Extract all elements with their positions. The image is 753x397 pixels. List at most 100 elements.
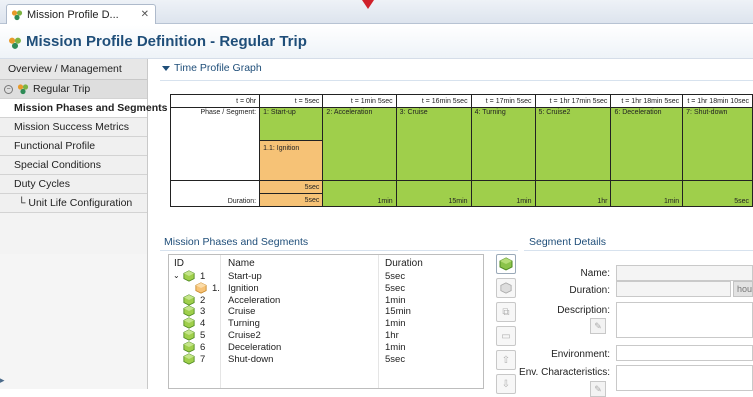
description-field[interactable]: [616, 302, 753, 338]
row-duration: 1min: [385, 294, 406, 306]
duration-cell: 5sec: [682, 180, 753, 207]
row-duration: 5sec: [385, 353, 406, 365]
duration-cell: 1min: [322, 180, 397, 207]
mission-profile-icon: [17, 83, 29, 95]
time-profile-table: t = 0hr t = 5sec t = 1min 5sec t = 16min…: [169, 94, 753, 207]
mission-profile-icon: [11, 9, 23, 21]
row-name: Cruise2: [228, 330, 261, 341]
page-heading: Mission Profile Definition - Regular Tri…: [0, 25, 753, 59]
column-header-duration[interactable]: Duration: [385, 258, 423, 269]
row-duration: 5sec: [385, 282, 406, 294]
collapse-icon[interactable]: −: [4, 84, 13, 94]
editor-tab-strip: Mission Profile D... ✕: [0, 0, 753, 24]
expand-chevron-icon[interactable]: ⌄: [173, 271, 180, 280]
phase-cube-icon: [183, 352, 195, 368]
page-title: Mission Profile Definition - Regular Tri…: [26, 33, 307, 50]
add-segment-button[interactable]: [496, 278, 516, 298]
row-name: Cruise: [228, 306, 256, 318]
column-header-id[interactable]: ID: [174, 258, 184, 269]
time-profile-header[interactable]: Time Profile Graph: [162, 62, 262, 74]
segment-cell[interactable]: 1.1: Ignition: [259, 140, 324, 181]
segment-duration-row: Duration: 5sec 1min 15min 1min 1hr 1min …: [169, 180, 753, 207]
mission-phases-title: Mission Phases and Segments: [164, 236, 309, 248]
phase-cell[interactable]: 4: Turning: [470, 107, 536, 181]
segment-details-title: Segment Details: [529, 236, 607, 248]
time-label: t = 17min 5sec: [470, 94, 536, 108]
row-id: 2: [200, 294, 206, 306]
column-header-name[interactable]: Name: [228, 258, 255, 269]
row-id: 3: [200, 306, 206, 318]
row-name: Deceleration: [228, 341, 282, 353]
name-field[interactable]: [616, 265, 753, 281]
row-id: 6: [200, 341, 206, 353]
editor-tab-label: Mission Profile D...: [27, 8, 119, 21]
env-characteristics-label: Env. Characteristics:: [519, 367, 610, 378]
add-phase-icon: [499, 257, 513, 271]
phase-row[interactable]: 3 Cruise 15min: [169, 305, 483, 318]
duration-label: Duration:: [169, 180, 261, 207]
sidebar-item-overview[interactable]: Overview / Management: [0, 59, 147, 80]
env-characteristics-field[interactable]: [616, 365, 753, 391]
phase-cell[interactable]: 6: Deceleration: [610, 107, 684, 181]
copy-button[interactable]: ⧉: [496, 302, 516, 322]
duration-cell: 1min: [470, 180, 536, 207]
phase-cell[interactable]: 2: Acceleration: [322, 107, 397, 181]
edit-icon: ✎: [594, 320, 602, 331]
duration-unit-select[interactable]: hou: [733, 281, 753, 297]
delete-button[interactable]: ▭: [496, 326, 516, 346]
phase-row[interactable]: 2 Acceleration 1min: [169, 293, 483, 306]
duration-cell: 5sec: [259, 193, 324, 207]
row-name: Start-up: [228, 271, 262, 282]
move-up-button[interactable]: ⇧: [496, 350, 516, 370]
time-label: t = 1hr 18min 5sec: [610, 94, 684, 108]
phase-row[interactable]: 6 Deceleration 1min: [169, 341, 483, 353]
move-down-button[interactable]: ⇩: [496, 374, 516, 394]
sidebar-item-success-metrics[interactable]: Mission Success Metrics: [0, 118, 147, 137]
copy-icon: ⧉: [502, 306, 510, 318]
phase-row[interactable]: 5 Cruise2 1hr: [169, 329, 483, 341]
resize-handle-icon[interactable]: ▸: [0, 375, 5, 389]
duration-label: Duration:: [569, 285, 610, 296]
expand-triangle-icon[interactable]: [162, 65, 170, 71]
editor-tab[interactable]: Mission Profile D... ✕: [6, 4, 156, 24]
close-icon[interactable]: ✕: [141, 9, 149, 20]
segment-details-header: Segment Details: [529, 236, 606, 248]
row-id: 1.: [212, 282, 220, 294]
pointer-marker-icon: [362, 0, 374, 9]
description-label: Description:: [557, 305, 610, 316]
phase-cell[interactable]: 1: Start-up: [259, 107, 324, 141]
phase-segment-label: Phase / Segment:: [169, 107, 261, 181]
sidebar-group-regular-trip[interactable]: − Regular Trip: [0, 80, 147, 99]
sidebar-empty-area: [0, 254, 147, 389]
sidebar-item-unit-life[interactable]: └ Unit Life Configuration: [0, 194, 147, 213]
env-characteristics-edit-button[interactable]: ✎: [590, 381, 606, 397]
time-label: t = 5sec: [259, 94, 324, 108]
sidebar-item-duty-cycles[interactable]: Duty Cycles: [0, 175, 147, 194]
phase-row[interactable]: ⌄ 1 Start-up 5sec: [169, 270, 483, 282]
phase-cell[interactable]: 7: Shut-down: [682, 107, 753, 181]
sidebar-item-mission-phases[interactable]: Mission Phases and Segments: [0, 99, 167, 118]
delete-icon: ▭: [501, 330, 511, 342]
sidebar-item-special-conditions[interactable]: Special Conditions: [0, 156, 147, 175]
time-label: t = 16min 5sec: [395, 94, 472, 108]
phase-row[interactable]: 4 Turning 1min: [169, 317, 483, 330]
phase-row: Phase / Segment: 1: Start-up 2: Accelera…: [169, 107, 753, 181]
divider: [160, 250, 518, 251]
row-duration: 5sec: [385, 271, 406, 282]
environment-field[interactable]: [616, 345, 753, 361]
row-name: Turning: [228, 318, 260, 330]
add-phase-button[interactable]: [496, 254, 516, 274]
sidebar-group-label: Regular Trip: [33, 82, 91, 95]
description-edit-button[interactable]: ✎: [590, 318, 606, 334]
sidebar-item-functional-profile[interactable]: Functional Profile: [0, 137, 147, 156]
phase-row[interactable]: 7 Shut-down 5sec: [169, 352, 483, 368]
row-duration: 15min: [385, 306, 411, 318]
segment-row[interactable]: 1. Ignition 5sec: [169, 282, 483, 294]
edit-icon: ✎: [594, 383, 602, 394]
duration-field[interactable]: [616, 281, 731, 297]
phase-cell[interactable]: 5: Cruise2: [534, 107, 612, 181]
phases-tree-table[interactable]: ID Name Duration ⌄ 1 Start-up 5sec 1. Ignitio…: [168, 254, 484, 389]
time-label: t = 1hr 17min 5sec: [534, 94, 612, 108]
phase-cell[interactable]: 3: Cruise: [395, 107, 472, 181]
mission-profile-icon: [8, 36, 21, 49]
